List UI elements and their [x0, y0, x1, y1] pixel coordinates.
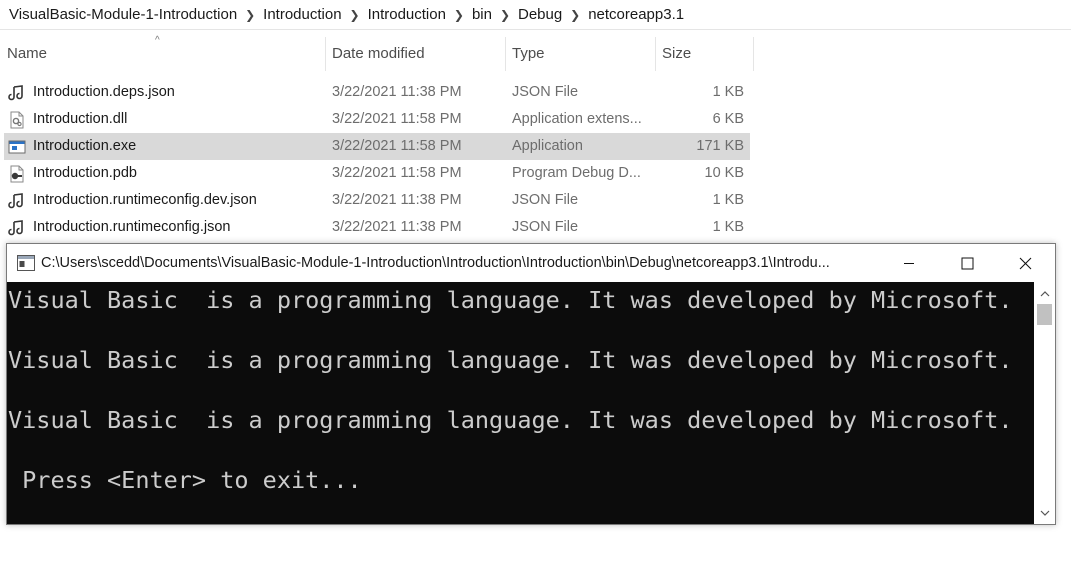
console-line: Visual Basic is a programming language. … [8, 406, 1013, 434]
file-type: Program Debug D... [512, 165, 641, 181]
console-title: C:\Users\scedd\Documents\VisualBasic-Mod… [41, 255, 830, 271]
file-date: 3/22/2021 11:38 PM [332, 84, 462, 100]
file-name: Introduction.runtimeconfig.json [33, 219, 231, 235]
breadcrumb: VisualBasic-Module-1-Introduction ❯ Intr… [0, 0, 1071, 30]
file-row[interactable]: Introduction.dll 3/22/2021 11:58 PM Appl… [4, 106, 750, 133]
column-divider[interactable] [655, 37, 656, 71]
chevron-right-icon[interactable]: ❯ [240, 8, 260, 22]
chevron-right-icon[interactable]: ❯ [345, 8, 365, 22]
file-size: 10 KB [704, 165, 745, 181]
console-line: Visual Basic is a programming language. … [8, 286, 1013, 314]
pdb-file-icon [8, 165, 26, 183]
file-row-selected[interactable]: Introduction.exe 3/22/2021 11:58 PM Appl… [4, 133, 750, 160]
console-line: Visual Basic is a programming language. … [8, 346, 1013, 374]
file-list: Introduction.deps.json 3/22/2021 11:38 P… [4, 79, 750, 241]
chevron-right-icon[interactable]: ❯ [449, 8, 469, 22]
column-divider[interactable] [505, 37, 506, 71]
column-header-type[interactable]: Type [512, 37, 545, 71]
column-divider[interactable] [325, 37, 326, 71]
exe-file-icon [8, 138, 26, 156]
breadcrumb-item[interactable]: Debug [515, 6, 565, 23]
file-row[interactable]: Introduction.runtimeconfig.json 3/22/202… [4, 214, 750, 241]
file-date: 3/22/2021 11:58 PM [332, 165, 462, 181]
file-type: Application extens... [512, 111, 642, 127]
file-name: Introduction.dll [33, 111, 128, 127]
column-header-size[interactable]: Size [662, 37, 691, 71]
file-size: 1 KB [712, 84, 744, 100]
file-size: 1 KB [712, 192, 744, 208]
file-date: 3/22/2021 11:38 PM [332, 192, 462, 208]
file-type: Application [512, 138, 583, 154]
file-row[interactable]: Introduction.runtimeconfig.dev.json 3/22… [4, 187, 750, 214]
file-size: 171 KB [696, 138, 744, 154]
file-date: 3/22/2021 11:58 PM [332, 138, 462, 154]
file-size: 6 KB [712, 111, 744, 127]
column-headers: ^ Name Date modified Type Size [0, 35, 760, 71]
file-name: Introduction.exe [33, 138, 137, 154]
dll-file-icon [8, 111, 26, 129]
breadcrumb-item[interactable]: Introduction [260, 6, 344, 23]
sort-ascending-icon: ^ [155, 35, 160, 46]
vertical-scrollbar[interactable] [1034, 282, 1055, 524]
file-name: Introduction.runtimeconfig.dev.json [33, 192, 257, 208]
file-row[interactable]: Introduction.deps.json 3/22/2021 11:38 P… [4, 79, 750, 106]
breadcrumb-item[interactable]: Introduction [365, 6, 449, 23]
maximize-button[interactable] [938, 244, 996, 282]
file-type: JSON File [512, 192, 579, 208]
file-row[interactable]: Introduction.pdb 3/22/2021 11:58 PM Prog… [4, 160, 750, 187]
json-file-icon [8, 192, 26, 210]
column-divider[interactable] [753, 37, 754, 71]
console-line: Press <Enter> to exit... [8, 466, 362, 494]
console-app-icon [17, 255, 35, 271]
json-file-icon [8, 84, 26, 102]
file-type: JSON File [512, 84, 579, 100]
console-titlebar[interactable]: C:\Users\scedd\Documents\VisualBasic-Mod… [7, 244, 1055, 282]
breadcrumb-item[interactable]: bin [469, 6, 495, 23]
close-button[interactable] [996, 244, 1054, 282]
chevron-right-icon[interactable]: ❯ [565, 8, 585, 22]
console-window[interactable]: C:\Users\scedd\Documents\VisualBasic-Mod… [6, 243, 1056, 525]
file-name: Introduction.pdb [33, 165, 137, 181]
column-header-date[interactable]: Date modified [332, 37, 425, 71]
column-header-name[interactable]: Name [7, 37, 47, 71]
file-type: JSON File [512, 219, 579, 235]
breadcrumb-item[interactable]: netcoreapp3.1 [585, 6, 687, 23]
file-date: 3/22/2021 11:58 PM [332, 111, 462, 127]
chevron-right-icon[interactable]: ❯ [495, 8, 515, 22]
scrollbar-thumb[interactable] [1037, 304, 1052, 325]
file-size: 1 KB [712, 219, 744, 235]
scroll-down-icon[interactable] [1034, 504, 1055, 522]
json-file-icon [8, 219, 26, 237]
file-date: 3/22/2021 11:38 PM [332, 219, 462, 235]
file-name: Introduction.deps.json [33, 84, 175, 100]
breadcrumb-item[interactable]: VisualBasic-Module-1-Introduction [6, 6, 240, 23]
minimize-button[interactable] [880, 244, 938, 282]
scroll-up-icon[interactable] [1034, 284, 1055, 302]
console-output[interactable]: Visual Basic is a programming language. … [7, 282, 1034, 524]
